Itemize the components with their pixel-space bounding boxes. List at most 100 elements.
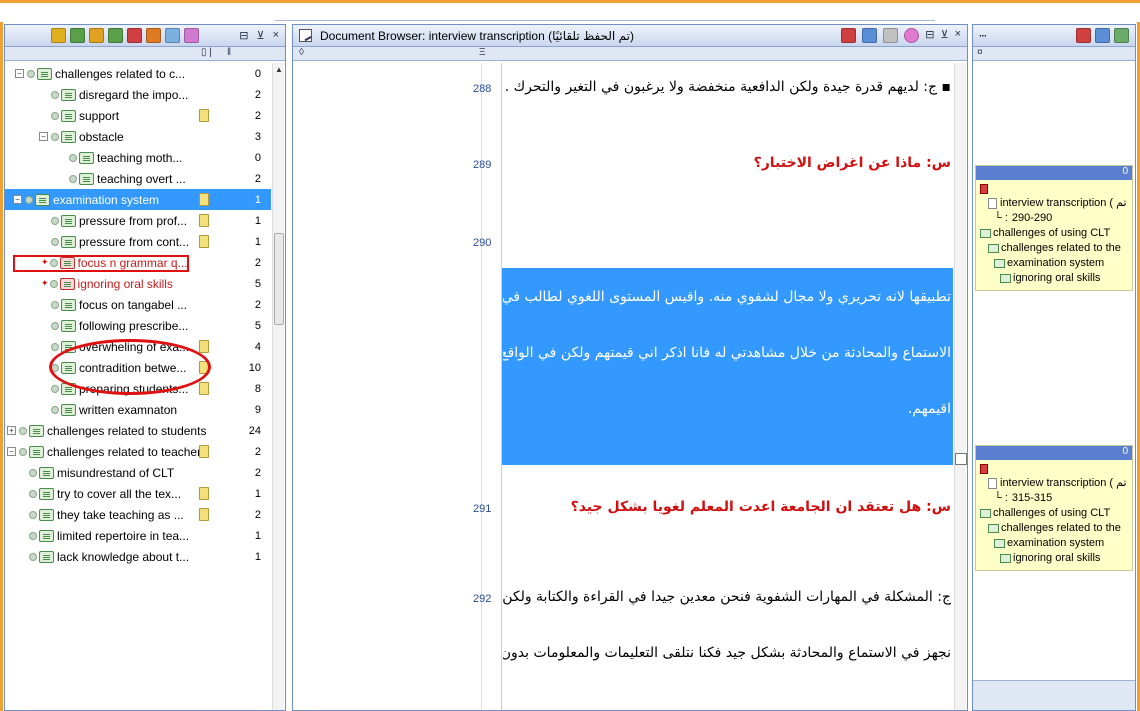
memo-icon[interactable] xyxy=(199,109,209,122)
code-label: try to cover all the tex... xyxy=(57,486,182,501)
code-tree-item[interactable]: − obstacle 3 xyxy=(5,126,271,147)
memo-icon[interactable] xyxy=(199,487,209,500)
interview-question[interactable]: س: ماذا عن اغراض الاختبار؟ xyxy=(503,155,951,171)
code-tree-item[interactable]: limited repertoire in tea... 1 xyxy=(5,525,271,546)
code-tree-item[interactable]: pressure from cont... 1 xyxy=(5,231,271,252)
code-label: obstacle xyxy=(79,129,124,144)
code-tree-item[interactable]: they take teaching as ... 2 xyxy=(5,504,271,525)
code-tree-item[interactable]: lack knowledge about t... 1 xyxy=(5,546,271,567)
code-tree-item[interactable]: teaching moth... 0 xyxy=(5,147,271,168)
scrollbar-thumb[interactable] xyxy=(955,453,967,465)
code-label: limited repertoire in tea... xyxy=(57,528,190,543)
export-icon[interactable] xyxy=(1095,28,1110,43)
code-count: 2 xyxy=(254,508,261,521)
document-scrollbar[interactable] xyxy=(954,63,967,710)
interview-question[interactable]: س: هل تعتقد ان الجامعة اعدت المعلم لغويا… xyxy=(503,499,951,515)
quotation-box[interactable]: 0 interview transcription ( تم └ :290-290 c… xyxy=(975,165,1133,291)
code-icon xyxy=(994,539,1005,548)
filter-icon[interactable] xyxy=(883,28,899,43)
code-tree-scrollbar[interactable]: ▲ xyxy=(272,63,284,710)
dropdown-icon[interactable]: ⊻ xyxy=(257,29,265,42)
code-link-icon xyxy=(29,468,37,477)
code-tree-item[interactable]: disregard the impo... 2 xyxy=(5,84,271,105)
memo-icon[interactable] xyxy=(199,508,209,521)
interview-answer[interactable]: تطبيقها لانه تحريري ولا مجال لشفوي منه. … xyxy=(503,289,951,305)
search-icon[interactable] xyxy=(904,28,920,43)
code-count: 2 xyxy=(254,445,261,458)
collapse-icon[interactable]: − xyxy=(7,447,16,456)
interview-answer[interactable]: اقيمهم. xyxy=(503,401,951,417)
window-border-left xyxy=(0,0,3,711)
code-icon xyxy=(980,229,991,238)
collapse-icon[interactable]: − xyxy=(15,69,24,78)
code-icon xyxy=(61,130,76,143)
code-tree-item[interactable]: following prescribe... 5 xyxy=(5,315,271,336)
code-label: challenges related to c... xyxy=(55,66,186,81)
settings-icon[interactable]: ⵈ xyxy=(979,29,987,43)
filter-icon[interactable] xyxy=(165,28,180,43)
memo-icon[interactable] xyxy=(199,193,209,206)
interview-answer[interactable]: الاستماع والمحادثة من خلال مشاهدتي له فا… xyxy=(503,345,951,361)
network-icon[interactable] xyxy=(1114,28,1129,43)
code-count: 3 xyxy=(254,130,261,143)
code-count: 2 xyxy=(254,256,261,269)
scrollbar-thumb[interactable] xyxy=(274,233,284,325)
close-icon[interactable]: × xyxy=(273,29,279,42)
code-icon xyxy=(59,277,75,290)
code-tree-item[interactable]: ✦ ignoring oral skills 5 xyxy=(5,273,271,294)
code-link-icon xyxy=(51,405,59,414)
code-tree-column-header: ▯ | ‖ xyxy=(5,47,285,61)
memo-icon[interactable] xyxy=(199,214,209,227)
collapse-icon[interactable]: − xyxy=(13,195,22,204)
dropdown-icon[interactable]: ⊻ xyxy=(941,28,949,43)
codes-icon[interactable] xyxy=(51,28,66,43)
code-manager-toolbar: ⊟ ⊻ × xyxy=(5,25,285,47)
collapse-icon[interactable]: − xyxy=(39,132,48,141)
network-icon[interactable] xyxy=(108,28,123,43)
code-link-icon xyxy=(69,174,77,183)
query-icon[interactable] xyxy=(146,28,161,43)
code-tree-item[interactable]: focus on tangabel ... 2 xyxy=(5,294,271,315)
code-label: written examnaton xyxy=(79,402,178,417)
quotation-code: examination system xyxy=(1007,257,1105,269)
code-tree-item[interactable]: misundrestand of CLT 2 xyxy=(5,462,271,483)
interview-answer[interactable]: ▪ ج: لديهم قدرة جيدة ولكن الدافعية منخفض… xyxy=(503,79,951,95)
code-link-icon xyxy=(29,552,37,561)
code-tree-item[interactable]: pressure from prof... 1 xyxy=(5,210,271,231)
close-icon[interactable]: × xyxy=(955,28,961,43)
edit-icon[interactable] xyxy=(127,28,142,43)
code-tree-item[interactable]: − challenges related to c... 0 xyxy=(5,63,271,84)
save-icon[interactable] xyxy=(841,28,857,43)
code-tree-item[interactable]: support 2 xyxy=(5,105,271,126)
memo-icon[interactable] xyxy=(199,340,209,353)
quotation-range: 315-315 xyxy=(1011,492,1053,504)
code-tree-item[interactable]: written examnaton 9 xyxy=(5,399,271,420)
pin-icon[interactable]: ⊟ xyxy=(925,28,934,43)
smiley-icon[interactable] xyxy=(89,28,104,43)
interview-answer[interactable]: ج: نعم نجد ان مهارات الاستماع والمحادثة … xyxy=(503,233,951,249)
scroll-up-icon[interactable]: ▲ xyxy=(275,65,283,74)
document-ruler: ◊ Ξ xyxy=(293,47,967,61)
code-count: 1 xyxy=(254,487,261,500)
interview-answer[interactable]: نجهز في الاستماع والمحادثة بشكل جيد فكنا… xyxy=(503,645,951,661)
code-tree-item[interactable]: teaching overt ... 2 xyxy=(5,168,271,189)
memo-icon[interactable] xyxy=(199,382,209,395)
save-icon[interactable] xyxy=(1076,28,1091,43)
code-tree-item[interactable]: − examination system 1 xyxy=(5,189,271,210)
edit-document-icon[interactable] xyxy=(299,29,312,42)
code-label: disregard the impo... xyxy=(79,87,189,102)
memo-icon[interactable] xyxy=(70,28,85,43)
export-icon[interactable] xyxy=(862,28,878,43)
memo-icon[interactable] xyxy=(199,235,209,248)
code-tree-item[interactable]: − challenges related to teacher 2 xyxy=(5,441,271,462)
search-icon[interactable] xyxy=(184,28,199,43)
quotation-box[interactable]: 0 interview transcription ( تم └ :315-315 c… xyxy=(975,445,1133,571)
pin-icon[interactable]: ⊟ xyxy=(239,29,248,42)
expand-icon[interactable]: + xyxy=(7,426,16,435)
memo-icon[interactable] xyxy=(199,445,209,458)
code-tree-item[interactable]: + challenges related to students 24 xyxy=(5,420,271,441)
count-column-icon[interactable]: ‖ xyxy=(227,47,231,58)
code-tree-item[interactable]: try to cover all the tex... 1 xyxy=(5,483,271,504)
interview-answer[interactable]: ج: المشكلة في المهارات الشفوية فنحن معدي… xyxy=(503,589,951,605)
quotation-marker-icon: ✦ xyxy=(41,278,49,288)
